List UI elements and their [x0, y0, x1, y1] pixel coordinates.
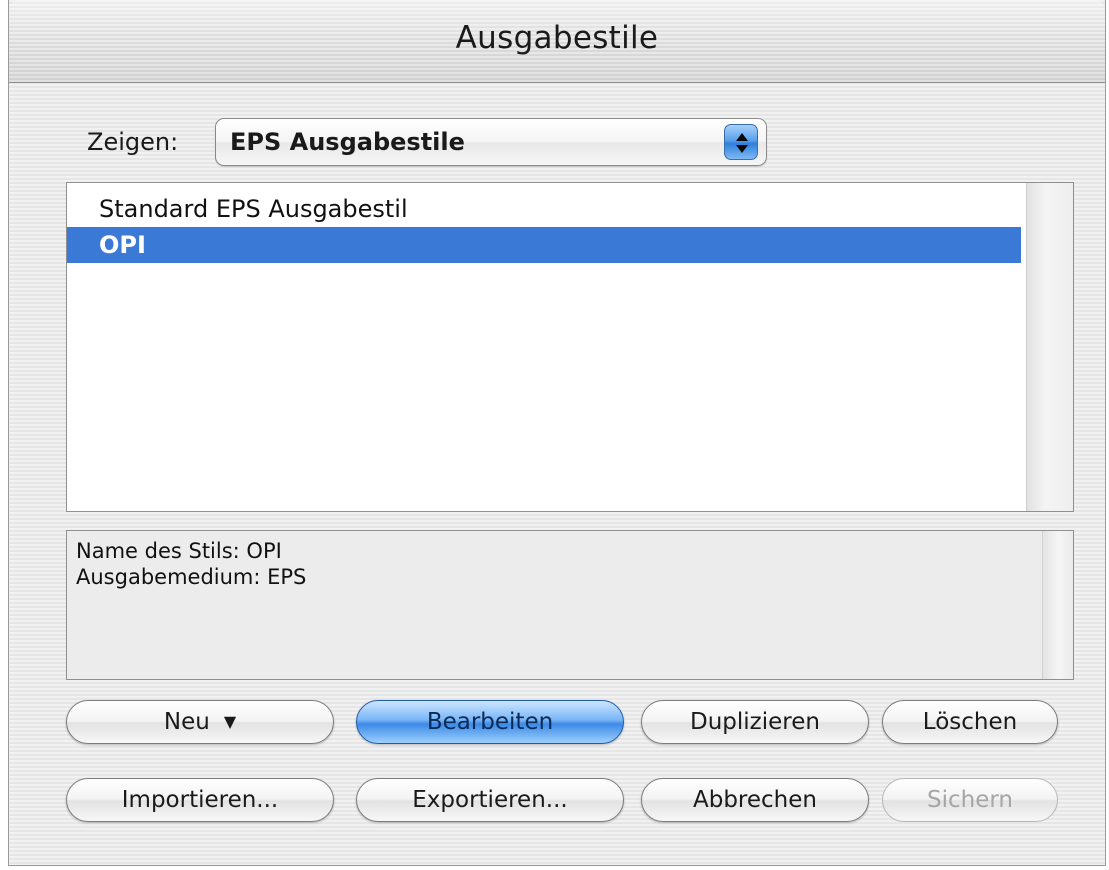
styles-list[interactable]: Standard EPS Ausgabestil OPI [66, 182, 1074, 512]
style-details-panel: Name des Stils: OPI Ausgabemedium: EPS [66, 530, 1074, 680]
import-button[interactable]: Importieren... [66, 778, 334, 822]
edit-button[interactable]: Bearbeiten [356, 700, 624, 744]
list-item-opi[interactable]: OPI [67, 227, 1021, 263]
title-bar[interactable]: Ausgabestile [9, 0, 1105, 83]
duplicate-button[interactable]: Duplizieren [641, 700, 869, 744]
list-item-label: OPI [99, 231, 146, 259]
delete-button[interactable]: Löschen [882, 700, 1058, 744]
list-item-standard[interactable]: Standard EPS Ausgabestil [67, 191, 1021, 227]
filter-label: Zeigen: [87, 128, 179, 156]
new-button-label: Neu [163, 709, 210, 735]
updown-arrows-icon [724, 124, 758, 160]
list-item-label: Standard EPS Ausgabestil [99, 195, 408, 223]
details-scrollbar[interactable] [1042, 531, 1073, 679]
save-button: Sichern [882, 778, 1058, 822]
cancel-button[interactable]: Abbrechen [641, 778, 869, 822]
show-popup-value: EPS Ausgabestile [230, 128, 465, 156]
triangle-down-icon: ▼ [223, 712, 237, 731]
list-scrollbar[interactable] [1026, 183, 1073, 511]
new-button[interactable]: Neu ▼ [66, 700, 334, 744]
window-title: Ausgabestile [455, 20, 659, 56]
detail-output-medium: Ausgabemedium: EPS [76, 565, 307, 589]
detail-style-name: Name des Stils: OPI [76, 539, 282, 563]
show-popup-menu[interactable]: EPS Ausgabestile [215, 118, 767, 166]
export-button[interactable]: Exportieren... [356, 778, 624, 822]
dialog-window: Ausgabestile Zeigen: EPS Ausgabestile St… [8, 0, 1106, 866]
